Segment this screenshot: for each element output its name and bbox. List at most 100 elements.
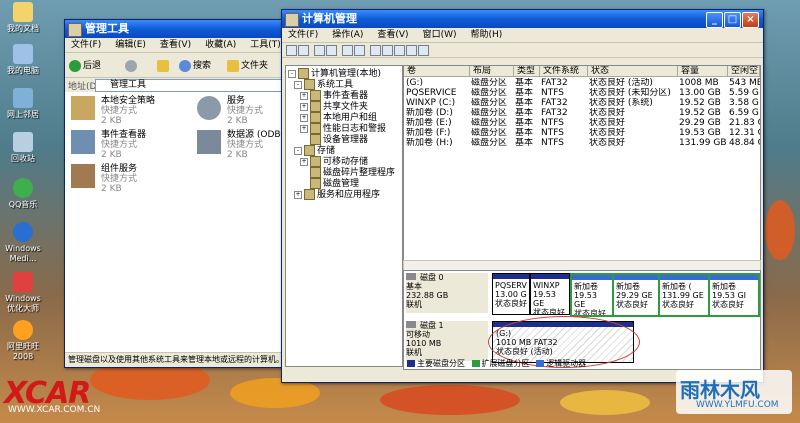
folders-button[interactable]: 文件夹 <box>227 59 268 73</box>
table-cell: NTFS <box>541 118 564 128</box>
tree-node[interactable]: - 系统工具 <box>294 79 353 90</box>
expand-icon[interactable]: + <box>300 91 308 100</box>
minimize-button[interactable]: _ <box>706 12 723 28</box>
disk-0-label[interactable]: 磁盘 0 基本 232.88 GB 联机 <box>406 273 488 313</box>
collapse-icon[interactable]: - <box>294 146 302 155</box>
removable-storage-icon <box>310 156 321 167</box>
tree-node[interactable]: + 可移动存储 <box>300 156 368 167</box>
column-header-filesystem[interactable]: 文件系统 <box>540 66 588 77</box>
computer-management-menubar: 文件(F) 操作(A) 查看(V) 窗口(W) 帮助(H) <box>282 28 763 43</box>
menu-file[interactable]: 文件(F) <box>71 40 101 50</box>
tree-node[interactable]: 磁盘碎片整理程序 <box>310 167 395 178</box>
menu-action[interactable]: 操作(A) <box>332 30 363 40</box>
wallpaper-fish <box>765 200 795 260</box>
copy-icon[interactable] <box>382 45 393 56</box>
tree-node[interactable]: + 性能日志和警报 <box>300 123 386 134</box>
menu-favorites[interactable]: 收藏(A) <box>205 40 236 50</box>
expand-icon[interactable]: + <box>300 124 308 133</box>
disk-1-label[interactable]: 磁盘 1 可移动 1010 MB 联机 <box>406 321 488 361</box>
show-tree-icon[interactable] <box>326 45 337 56</box>
status-bar: 管理磁盘以及使用其他系统工具来管理本地或远程的计算机。 <box>65 352 284 367</box>
partition-block[interactable]: WINXP 19.53 GE 状态良好 <box>530 273 570 315</box>
desktop-icon-my-computer[interactable]: 我的电脑 <box>0 44 46 76</box>
expand-icon[interactable]: + <box>300 157 308 166</box>
desktop-icon-optimizer[interactable]: Windows 优化大师 <box>0 272 46 314</box>
column-header-type[interactable]: 类型 <box>514 66 540 77</box>
expand-icon[interactable]: + <box>300 113 308 122</box>
refresh-icon[interactable] <box>418 45 429 56</box>
table-cell: 磁盘分区 <box>471 78 508 88</box>
tree-node[interactable]: + 共享文件夹 <box>300 101 368 112</box>
desktop-icon-aliwangwang[interactable]: 阿里旺旺 2008 <box>0 320 46 362</box>
partition-block[interactable]: 新加卷 19.53 GI 状态良好 <box>708 273 760 317</box>
table-row[interactable]: 新加卷 (D:) 磁盘分区 基本 FAT32 状态良好 19.52 GB 6.59 G <box>404 108 760 118</box>
menu-edit[interactable]: 编辑(E) <box>115 40 146 50</box>
disk-view-icon[interactable] <box>406 45 417 56</box>
paste-icon[interactable] <box>394 45 405 56</box>
column-header-free[interactable]: 空闲空 <box>728 66 760 77</box>
maximize-button[interactable]: □ <box>724 12 741 28</box>
tree-node[interactable]: + 服务和应用程序 <box>294 189 380 200</box>
storage-icon <box>304 145 315 156</box>
help-icon[interactable] <box>354 45 365 56</box>
partition-block[interactable]: 新加卷 19.53 GE 状态良好 <box>570 273 614 317</box>
admin-tools-titlebar[interactable]: 管理工具 <box>65 20 281 38</box>
up-button[interactable] <box>157 59 171 73</box>
table-cell: 新加卷 (H:) <box>406 138 453 148</box>
desktop-icon-network[interactable]: 网上邻居 <box>0 88 46 120</box>
partition-block[interactable]: 新加卷 29.29 GE 状态良好 <box>612 273 660 317</box>
back-icon[interactable] <box>286 45 297 56</box>
tree-node[interactable]: - 计算机管理(本地) <box>288 68 381 79</box>
partition-block[interactable]: PQSERV 13.00 G 状态良好 <box>492 273 530 315</box>
table-row[interactable]: WINXP (C:) 磁盘分区 基本 FAT32 状态良好 (系统) 19.52 GB 3.… <box>404 98 760 108</box>
desktop-icon-qq-music[interactable]: QQ音乐 <box>0 178 46 210</box>
tree-node[interactable]: + 本地用户和组 <box>300 112 377 123</box>
table-row[interactable]: 新加卷 (E:) 磁盘分区基本 NTFS 状态良好 29.29 GB 21.83 G <box>404 118 760 128</box>
search-button[interactable]: 搜索 <box>179 59 211 73</box>
column-header-layout[interactable]: 布局 <box>470 66 514 77</box>
address-input[interactable]: 管理工具 <box>95 79 289 92</box>
delete-icon[interactable] <box>370 45 381 56</box>
desktop-icon-recycle-bin[interactable]: 回收站 <box>0 132 46 164</box>
users-icon <box>310 112 321 123</box>
computer-management-toolbar <box>282 43 763 58</box>
admin-tools-nav: 后退 搜索 文件夹 <box>69 57 281 77</box>
collapse-icon[interactable]: - <box>288 69 296 78</box>
expand-icon[interactable]: + <box>294 190 302 199</box>
menu-file[interactable]: 文件(F) <box>288 30 318 40</box>
desktop-icon-my-documents[interactable]: 我的文档 <box>0 2 46 34</box>
tree-node[interactable]: - 存储 <box>294 145 335 156</box>
tree-node-selected[interactable]: 磁盘管理 <box>310 178 359 189</box>
disk-graphical-view: 磁盘 0 基本 232.88 GB 联机 PQSERV 13.00 G 状态良好 WI… <box>403 270 761 370</box>
menu-window[interactable]: 窗口(W) <box>423 30 457 40</box>
collapse-icon[interactable]: - <box>294 80 302 89</box>
expand-icon[interactable]: + <box>300 102 308 111</box>
close-button[interactable]: × <box>742 12 759 28</box>
column-header-status[interactable]: 状态 <box>588 66 678 77</box>
table-row[interactable]: (G:) 磁盘分区 基本 FAT32 状态良好 (活动) 1008 MB 543 MB <box>404 78 760 88</box>
tree-node[interactable]: + 事件查看器 <box>300 90 368 101</box>
menu-view[interactable]: 查看(V) <box>377 30 408 40</box>
menu-tools[interactable]: 工具(T) <box>250 40 281 50</box>
column-header-capacity[interactable]: 容量 <box>678 66 728 77</box>
computer-management-titlebar[interactable]: 计算机管理 _ □ × <box>282 10 763 28</box>
event-viewer-icon <box>310 90 321 101</box>
back-button[interactable]: 后退 <box>69 59 101 73</box>
properties-icon[interactable] <box>342 45 353 56</box>
forward-button[interactable] <box>125 59 139 73</box>
tree-node[interactable]: 设备管理器 <box>310 134 368 145</box>
partition-block[interactable]: 新加卷 (131.99 GE 状态良好 <box>658 273 710 317</box>
up-icon[interactable] <box>314 45 325 56</box>
table-cell: 磁盘分区 <box>471 138 508 148</box>
table-cell: NTFS <box>541 128 564 138</box>
menu-help[interactable]: 帮助(H) <box>471 30 503 40</box>
computer-icon <box>298 68 309 79</box>
desktop-icon-media-player[interactable]: Windows Medi... <box>0 222 46 264</box>
table-row[interactable]: PQSERVICE 磁盘分区 基本 NTFS 状态良好 (未知分区) 13.00 GB 5.… <box>404 88 760 98</box>
table-row[interactable]: 新加卷 (H:) 磁盘分区基本 NTFS 状态良好 131.99 GB48.84 G <box>404 138 760 148</box>
column-header-volume[interactable]: 卷 <box>404 66 470 77</box>
menu-view[interactable]: 查看(V) <box>160 40 191 50</box>
table-cell: PQSERVICE <box>406 88 457 98</box>
table-row[interactable]: 新加卷 (F:) 磁盘分区基本 NTFS 状态良好 19.53 GB 12.31 G <box>404 128 760 138</box>
forward-icon[interactable] <box>298 45 309 56</box>
